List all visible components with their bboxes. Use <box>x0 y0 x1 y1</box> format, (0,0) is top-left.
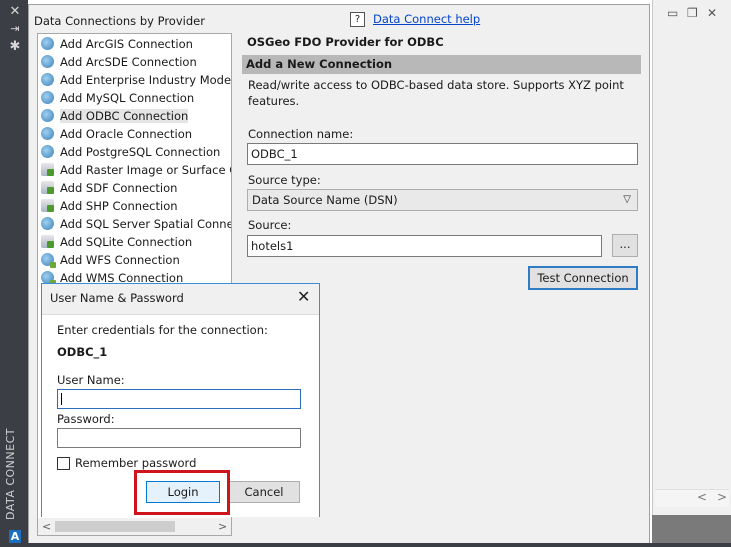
minimize-icon[interactable]: ▭ <box>667 6 678 20</box>
source-label: Source: <box>248 218 292 232</box>
tree-item-label: Add SQLite Connection <box>60 235 193 249</box>
connection-name-input[interactable]: ODBC_1 <box>247 143 638 165</box>
tree-item[interactable]: Add WFS Connection <box>41 251 180 269</box>
tree-item[interactable]: Add Oracle Connection <box>41 125 192 143</box>
scroll-thumb[interactable] <box>55 521 175 532</box>
scroll-right-icon[interactable]: > <box>218 518 227 535</box>
tree-item[interactable]: Add MySQL Connection <box>41 89 194 107</box>
cancel-button[interactable]: Cancel <box>228 481 300 503</box>
section-header: Add a New Connection <box>242 55 641 74</box>
tree-item[interactable]: Add Enterprise Industry Model C <box>41 71 232 89</box>
globe-icon <box>41 73 54 86</box>
password-input[interactable] <box>57 428 301 448</box>
tree-item[interactable]: Add PostgreSQL Connection <box>41 143 220 161</box>
help-icon[interactable]: ? <box>350 12 365 27</box>
connection-name-label: Connection name: <box>248 127 354 141</box>
source-type-value: Data Source Name (DSN) <box>252 193 398 207</box>
tree-item-label: Add PostgreSQL Connection <box>60 145 221 159</box>
palette-bottom-edge <box>28 543 731 547</box>
dialog-connection-name: ODBC_1 <box>57 345 108 359</box>
pin-icon[interactable]: ⇥ <box>8 22 22 36</box>
file-database-icon <box>41 163 54 176</box>
globe-icon <box>41 55 54 68</box>
close-icon[interactable]: ✕ <box>8 5 22 19</box>
globe-icon <box>41 109 54 122</box>
palette-vertical-title: DATA CONNECT <box>4 428 17 520</box>
horizontal-scrollbar[interactable]: < > <box>655 489 729 507</box>
background-window: ▭ ❐ ✕ < > <box>652 0 731 515</box>
scroll-right-icon[interactable]: > <box>717 490 727 504</box>
remember-password-label[interactable]: Remember password <box>75 456 196 470</box>
tree-title: Data Connections by Provider <box>34 14 205 28</box>
tree-item[interactable]: Add SHP Connection <box>41 197 178 215</box>
globe-icon <box>41 127 54 140</box>
tree-item-label: Add ArcSDE Connection <box>60 55 197 69</box>
tree-item-label: Add Raster Image or Surface Cor <box>60 163 232 177</box>
provider-description: Read/write access to ODBC-based data sto… <box>248 78 624 108</box>
tree-item-label: Add ArcGIS Connection <box>60 37 193 51</box>
globe-icon <box>41 91 54 104</box>
tree-item-label: Add WFS Connection <box>60 253 180 267</box>
tree-item-label: Add SDF Connection <box>60 181 178 195</box>
file-database-icon <box>41 199 54 212</box>
globe-icon <box>41 217 54 230</box>
tree-item[interactable]: Add ArcSDE Connection <box>41 53 197 71</box>
tree-item-label: Add ODBC Connection <box>60 109 189 123</box>
file-database-icon <box>41 235 54 248</box>
tree-item[interactable]: Add ODBC Connection <box>41 107 189 125</box>
close-icon[interactable]: ✕ <box>707 6 717 20</box>
dialog-prompt: Enter credentials for the connection: <box>57 323 268 337</box>
palette-title-strip: ✕ ⇥ ✱ DATA CONNECT A <box>0 0 28 547</box>
restore-icon[interactable]: ❐ <box>687 6 698 20</box>
tree-item[interactable]: Add ArcGIS Connection <box>41 35 193 53</box>
user-name-input[interactable] <box>57 389 301 409</box>
tree-item[interactable]: Add SDF Connection <box>41 179 177 197</box>
chevron-down-icon: ▽ <box>623 194 631 205</box>
globe-icon <box>41 37 54 50</box>
provider-title: OSGeo FDO Provider for ODBC <box>247 35 444 49</box>
tree-item-label: Add MySQL Connection <box>60 91 195 105</box>
browse-button[interactable]: ... <box>612 234 638 257</box>
tree-item-label: Add Enterprise Industry Model C <box>60 73 232 87</box>
tree-item[interactable]: Add Raster Image or Surface Cor <box>41 161 232 179</box>
dialog-title: User Name & Password <box>50 291 184 305</box>
source-type-select[interactable]: Data Source Name (DSN) ▽ <box>247 189 638 211</box>
autodesk-logo-icon: A <box>9 530 21 543</box>
tree-item[interactable]: Add SQLite Connection <box>41 233 192 251</box>
background-status-area <box>652 515 731 543</box>
globe-icon <box>41 145 54 158</box>
tree-horizontal-scrollbar[interactable]: < > <box>38 518 231 535</box>
tree-item-label: Add SHP Connection <box>60 199 178 213</box>
settings-icon[interactable]: ✱ <box>8 40 22 54</box>
remember-password-checkbox[interactable] <box>57 457 70 470</box>
dialog-close-icon[interactable]: ✕ <box>297 288 310 306</box>
source-input[interactable]: hotels1 <box>247 235 602 257</box>
login-highlight-box <box>134 470 230 515</box>
file-database-icon <box>41 181 54 194</box>
test-connection-button[interactable]: Test Connection <box>528 266 638 290</box>
text-caret <box>61 393 62 405</box>
tree-item-label: Add SQL Server Spatial Connecti <box>60 217 232 231</box>
password-label: Password: <box>57 412 115 426</box>
scroll-left-icon[interactable]: < <box>42 518 51 535</box>
tree-item[interactable]: Add SQL Server Spatial Connecti <box>41 215 232 233</box>
help-link[interactable]: Data Connect help <box>373 12 480 26</box>
tree-item-label: Add Oracle Connection <box>60 127 193 141</box>
source-type-label: Source type: <box>248 173 321 187</box>
scroll-left-icon[interactable]: < <box>697 490 707 504</box>
user-name-label: User Name: <box>57 373 125 387</box>
globe-icon <box>41 253 56 268</box>
